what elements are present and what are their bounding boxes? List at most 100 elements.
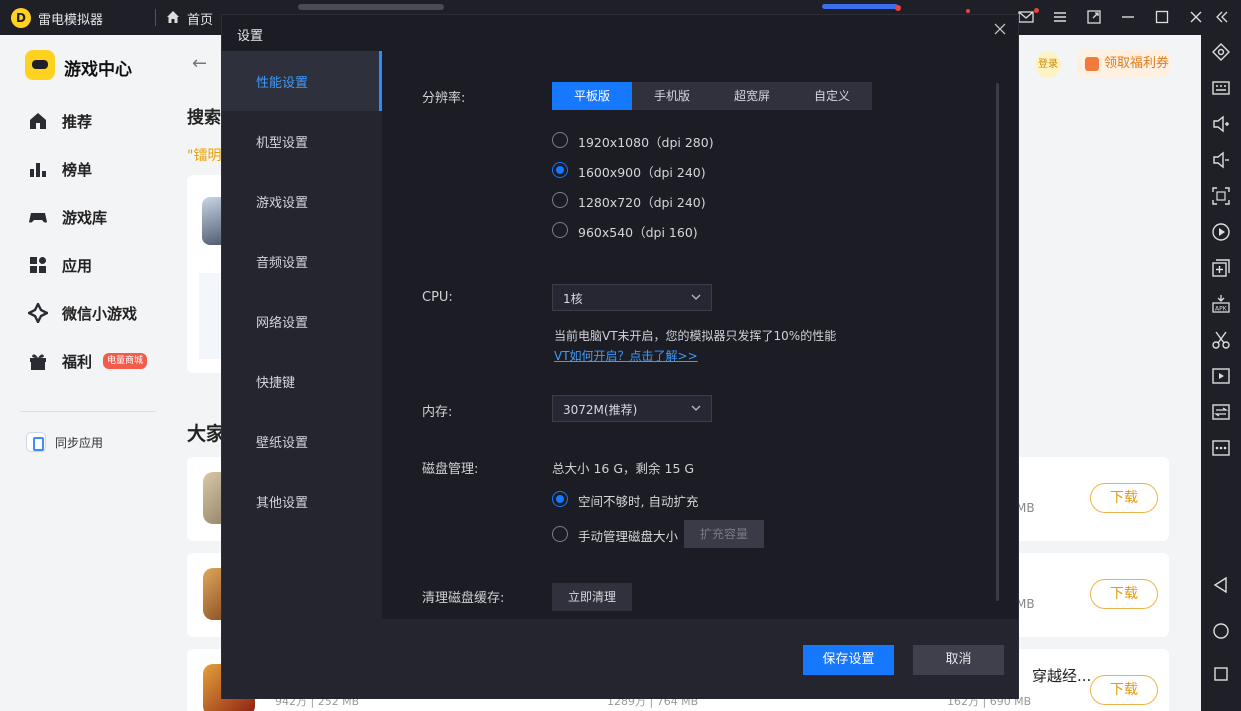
game-center-title: 游戏中心 <box>64 60 132 80</box>
tab-tablet[interactable]: 平板版 <box>552 82 632 110</box>
tab-device-model-settings[interactable]: 机型设置 <box>222 111 382 171</box>
radio-label: 1280x720（dpi 240) <box>578 195 706 210</box>
record-video-icon[interactable] <box>1210 365 1232 387</box>
sidebar-item-wechat-minigame[interactable]: 微信小游戏 <box>28 301 158 325</box>
radio-button[interactable] <box>552 192 568 208</box>
volume-up-icon[interactable] <box>1210 113 1232 135</box>
keymap-icon[interactable] <box>1210 41 1232 63</box>
game-center-logo-icon <box>25 50 55 80</box>
shared-folder-icon[interactable] <box>1210 401 1232 423</box>
home-tab[interactable]: 首页 <box>187 9 213 28</box>
chevron-down-icon <box>691 405 701 411</box>
collapse-sidebar-icon[interactable] <box>1213 8 1231 26</box>
memory-value: 3072M(推荐) <box>563 403 638 417</box>
tab-shortcuts[interactable]: 快捷键 <box>222 351 382 411</box>
back-arrow-icon[interactable]: ← <box>192 53 207 74</box>
popular-section-title: 大家 <box>187 423 226 445</box>
search-hint[interactable]: "镭明 <box>187 145 221 165</box>
volume-down-icon[interactable] <box>1210 149 1232 171</box>
sidebar-item-label: 微信小游戏 <box>62 305 138 323</box>
popout-icon[interactable] <box>1085 8 1103 26</box>
game-center-sidebar: 游戏中心 推荐 榜单 游戏库 应用 微信小游戏 福利 电量商城 同步应用 <box>0 35 170 711</box>
radio-label: 1600x900（dpi 240) <box>578 165 706 180</box>
tab-audio-settings[interactable]: 音频设置 <box>222 231 382 291</box>
tab-label: 快捷键 <box>256 376 296 391</box>
expand-capacity-button[interactable]: 扩充容量 <box>684 520 764 548</box>
disk-info: 总大小 16 G，剩余 15 G <box>552 461 695 476</box>
screenshot-scissors-icon[interactable] <box>1210 329 1232 351</box>
radio-button[interactable] <box>552 491 568 507</box>
home-circle-icon[interactable] <box>1210 620 1232 642</box>
menu-icon[interactable] <box>1051 8 1069 26</box>
sidebar-item-ranking[interactable]: 榜单 <box>28 157 158 181</box>
radio-button[interactable] <box>552 132 568 148</box>
ranking-icon <box>30 163 46 177</box>
settings-nav: 性能设置 机型设置 游戏设置 音频设置 网络设置 快捷键 壁纸设置 其他设置 <box>222 51 382 619</box>
apps-icon <box>30 257 46 273</box>
close-icon[interactable] <box>1187 8 1205 26</box>
tab-custom[interactable]: 自定义 <box>792 82 872 110</box>
download-button[interactable]: 下载 <box>1090 675 1158 705</box>
tab-label: 壁纸设置 <box>256 436 309 451</box>
sidebar-item-label: 游戏库 <box>62 209 108 227</box>
welfare-badge: 电量商城 <box>103 353 148 369</box>
save-settings-button[interactable]: 保存设置 <box>803 645 894 675</box>
tab-phone[interactable]: 手机版 <box>632 82 712 110</box>
vt-warning: 当前电脑VT未开启，您的模拟器只发挥了10%的性能 <box>554 329 837 343</box>
tab-label: 性能设置 <box>256 76 309 91</box>
tab-label: 游戏设置 <box>256 196 309 211</box>
app-logo-icon: D <box>11 8 31 28</box>
tab-wallpaper-settings[interactable]: 壁纸设置 <box>222 411 382 471</box>
title-divider <box>155 9 156 26</box>
sidebar-item-recommend[interactable]: 推荐 <box>28 109 158 133</box>
back-triangle-icon[interactable] <box>1210 574 1232 596</box>
coupon-icon <box>1085 57 1099 71</box>
more-icon[interactable] <box>1210 437 1232 459</box>
settings-title: 设置 <box>237 29 264 44</box>
multi-instance-icon[interactable] <box>1210 257 1232 279</box>
scrollbar[interactable] <box>996 83 999 601</box>
download-button[interactable]: 下载 <box>1090 483 1158 513</box>
radio-button[interactable] <box>552 162 568 178</box>
tab-performance-settings[interactable]: 性能设置 <box>222 51 382 111</box>
vt-help-link[interactable]: VT如何开启？点击了解>> <box>554 347 698 364</box>
maximize-icon[interactable] <box>1153 8 1171 26</box>
download-button[interactable]: 下载 <box>1090 579 1158 609</box>
minimize-icon[interactable] <box>1119 8 1137 26</box>
radio-label: 1920x1080（dpi 280) <box>578 135 714 150</box>
login-button[interactable]: 登录 <box>1035 52 1061 78</box>
sync-apps-label: 同步应用 <box>55 436 104 450</box>
install-apk-icon[interactable]: APK <box>1210 293 1232 315</box>
close-icon[interactable] <box>990 21 1010 41</box>
app-name: 雷电模拟器 <box>38 13 104 28</box>
tab-indicator-active[interactable] <box>822 4 898 9</box>
tab-ultrawide[interactable]: 超宽屏 <box>712 82 792 110</box>
sidebar-item-game-library[interactable]: 游戏库 <box>28 205 158 229</box>
clean-now-button[interactable]: 立即清理 <box>552 583 632 611</box>
claim-coupon-button[interactable]: 领取福利券 <box>1077 50 1169 78</box>
mail-icon[interactable] <box>1017 8 1035 26</box>
right-toolbar: APK <box>1201 35 1241 711</box>
resolution-label: 分辨率: <box>422 91 466 106</box>
keyboard-icon[interactable] <box>1210 77 1232 99</box>
performance-settings-panel: 分辨率: 平板版 手机版 超宽屏 自定义 1920x1080（dpi 280) … <box>382 51 1018 619</box>
cpu-select[interactable]: 1核 <box>552 284 712 311</box>
chevron-down-icon <box>691 294 701 300</box>
fullscreen-icon[interactable] <box>1210 185 1232 207</box>
settings-header: 设置 <box>222 15 1018 51</box>
home-icon[interactable] <box>165 9 181 25</box>
cancel-button[interactable]: 取消 <box>913 645 1004 675</box>
memory-select[interactable]: 3072M(推荐) <box>552 395 712 422</box>
sidebar-item-label: 榜单 <box>62 161 93 179</box>
tab-indicator[interactable] <box>298 4 444 10</box>
tab-network-settings[interactable]: 网络设置 <box>222 291 382 351</box>
radio-button[interactable] <box>552 222 568 238</box>
tab-game-settings[interactable]: 游戏设置 <box>222 171 382 231</box>
sidebar-item-label: 推荐 <box>62 113 93 131</box>
tab-label: 其他设置 <box>256 496 309 511</box>
tab-other-settings[interactable]: 其他设置 <box>222 471 382 531</box>
recent-apps-icon[interactable] <box>1210 663 1232 685</box>
sync-play-icon[interactable] <box>1210 221 1232 243</box>
sidebar-item-apps[interactable]: 应用 <box>28 253 158 277</box>
radio-button[interactable] <box>552 526 568 542</box>
